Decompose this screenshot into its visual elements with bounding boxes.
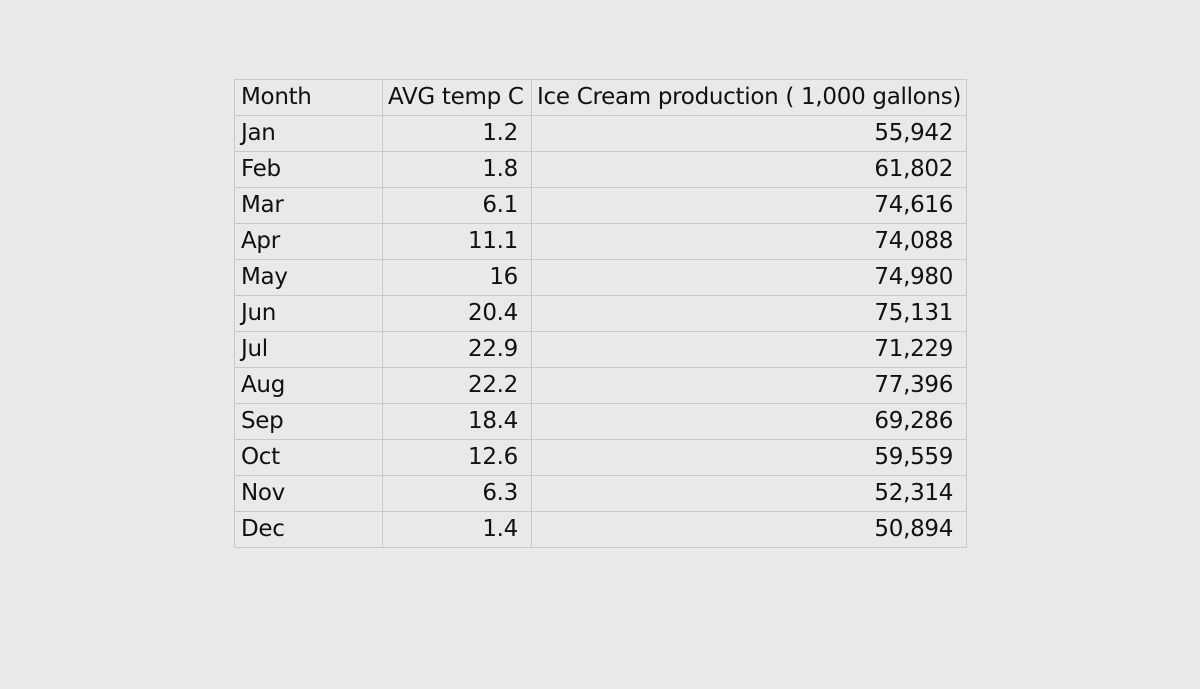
cell-avg-temp[interactable]: 6.1 — [382, 187, 532, 224]
cell-month[interactable]: Jul — [234, 331, 383, 368]
cell-month[interactable]: May — [234, 259, 383, 296]
cell-production[interactable]: 74,088 — [530, 223, 968, 260]
table-row: Nov 6.3 52,314 — [234, 475, 968, 512]
cell-production[interactable]: 69,286 — [530, 403, 968, 440]
spreadsheet-table: Month AVG temp C Ice Cream production ( … — [234, 79, 968, 548]
cell-month[interactable]: Jun — [234, 295, 383, 332]
cell-month[interactable]: Aug — [234, 367, 383, 404]
cell-avg-temp[interactable]: 1.4 — [382, 511, 532, 548]
table-row: Sep 18.4 69,286 — [234, 403, 968, 440]
table-row: Jul 22.9 71,229 — [234, 331, 968, 368]
table-row: Oct 12.6 59,559 — [234, 439, 968, 476]
table-row: Jun 20.4 75,131 — [234, 295, 968, 332]
cell-production[interactable]: 61,802 — [530, 151, 968, 188]
header-cell-month[interactable]: Month — [234, 79, 383, 116]
cell-avg-temp[interactable]: 6.3 — [382, 475, 532, 512]
cell-production[interactable]: 75,131 — [530, 295, 968, 332]
page-background: Month AVG temp C Ice Cream production ( … — [0, 0, 1200, 689]
cell-month[interactable]: Mar — [234, 187, 383, 224]
cell-month[interactable]: Oct — [234, 439, 383, 476]
table-row: Apr 11.1 74,088 — [234, 223, 968, 260]
cell-month[interactable]: Feb — [234, 151, 383, 188]
cell-production[interactable]: 74,980 — [530, 259, 968, 296]
cell-avg-temp[interactable]: 1.2 — [382, 115, 532, 152]
table-row: Dec 1.4 50,894 — [234, 511, 968, 548]
header-cell-production[interactable]: Ice Cream production ( 1,000 gallons) — [530, 79, 968, 116]
cell-production[interactable]: 71,229 — [530, 331, 968, 368]
cell-month[interactable]: Dec — [234, 511, 383, 548]
cell-production[interactable]: 74,616 — [530, 187, 968, 224]
header-row: Month AVG temp C Ice Cream production ( … — [234, 79, 968, 116]
cell-production[interactable]: 50,894 — [530, 511, 968, 548]
cell-month[interactable]: Apr — [234, 223, 383, 260]
cell-avg-temp[interactable]: 20.4 — [382, 295, 532, 332]
header-cell-avg-temp[interactable]: AVG temp C — [382, 79, 532, 116]
table-row: Mar 6.1 74,616 — [234, 187, 968, 224]
cell-avg-temp[interactable]: 12.6 — [382, 439, 532, 476]
cell-avg-temp[interactable]: 16 — [382, 259, 532, 296]
cell-month[interactable]: Nov — [234, 475, 383, 512]
cell-month[interactable]: Sep — [234, 403, 383, 440]
cell-avg-temp[interactable]: 22.2 — [382, 367, 532, 404]
cell-avg-temp[interactable]: 11.1 — [382, 223, 532, 260]
cell-month[interactable]: Jan — [234, 115, 383, 152]
table-row: Jan 1.2 55,942 — [234, 115, 968, 152]
cell-avg-temp[interactable]: 22.9 — [382, 331, 532, 368]
table-row: Feb 1.8 61,802 — [234, 151, 968, 188]
cell-avg-temp[interactable]: 1.8 — [382, 151, 532, 188]
cell-production[interactable]: 77,396 — [530, 367, 968, 404]
table-row: Aug 22.2 77,396 — [234, 367, 968, 404]
table-row: May 16 74,980 — [234, 259, 968, 296]
cell-production[interactable]: 55,942 — [530, 115, 968, 152]
cell-production[interactable]: 59,559 — [530, 439, 968, 476]
table-body: Jan 1.2 55,942 Feb 1.8 61,802 Mar 6.1 74,616 Apr 1… — [234, 115, 968, 548]
cell-avg-temp[interactable]: 18.4 — [382, 403, 532, 440]
cell-production[interactable]: 52,314 — [530, 475, 968, 512]
